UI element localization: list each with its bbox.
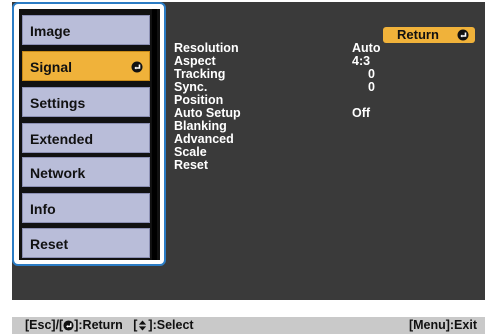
enter-icon (63, 320, 74, 331)
category-item-extended[interactable]: Extended (22, 123, 150, 153)
return-button[interactable]: Return (383, 27, 475, 43)
enter-icon (131, 61, 143, 73)
return-hint: ]:Return (74, 318, 123, 332)
category-item-network[interactable]: Network (22, 157, 150, 187)
setting-scale[interactable]: Scale (174, 146, 464, 159)
help-bar-navigation: [Esc]/[]:Return []:Select (25, 317, 194, 334)
category-item-reset[interactable]: Reset (22, 228, 150, 258)
category-panel: Image Signal Settings Extended Network I… (12, 2, 166, 266)
category-item-settings[interactable]: Settings (22, 87, 150, 117)
setting-value: Off (352, 106, 371, 120)
category-label: Image (30, 23, 71, 39)
category-list: Image Signal Settings Extended Network I… (19, 9, 160, 260)
category-label: Info (30, 201, 56, 217)
setting-reset[interactable]: Reset (174, 159, 464, 172)
setting-advanced[interactable]: Advanced (174, 133, 464, 146)
help-bar: [Esc]/[]:Return []:Select [Menu]:Exit (12, 317, 485, 334)
up-down-arrow-icon (139, 320, 147, 331)
category-label: Signal (30, 59, 73, 75)
setting-label: Reset (174, 158, 209, 172)
setting-resolution[interactable]: Resolution Auto (174, 42, 464, 55)
category-item-signal[interactable]: Signal (22, 51, 150, 81)
category-item-info[interactable]: Info (22, 193, 150, 223)
category-label: Extended (30, 131, 94, 147)
menu-exit-hint: [Menu]:Exit (408, 318, 477, 332)
category-label: Settings (30, 95, 86, 111)
category-label: Reset (30, 236, 69, 252)
select-hint: ]:Select (148, 318, 194, 332)
return-button-label: Return (397, 27, 439, 42)
menu-window-lower (147, 266, 485, 300)
projector-osd-screen: Image Signal Settings Extended Network I… (0, 0, 490, 336)
setting-value: 0 (368, 80, 375, 94)
setting-tracking[interactable]: Tracking 0 (174, 68, 464, 81)
category-scroll-strip (152, 9, 157, 260)
category-label: Network (30, 165, 86, 181)
category-item-image[interactable]: Image (22, 15, 150, 45)
esc-key-hint: [Esc] (25, 318, 56, 332)
enter-key-prefix: /[ (55, 318, 64, 332)
enter-icon (457, 29, 469, 41)
signal-settings-list: Resolution Auto Aspect 4:3 Tracking 0 Sy… (174, 42, 464, 172)
